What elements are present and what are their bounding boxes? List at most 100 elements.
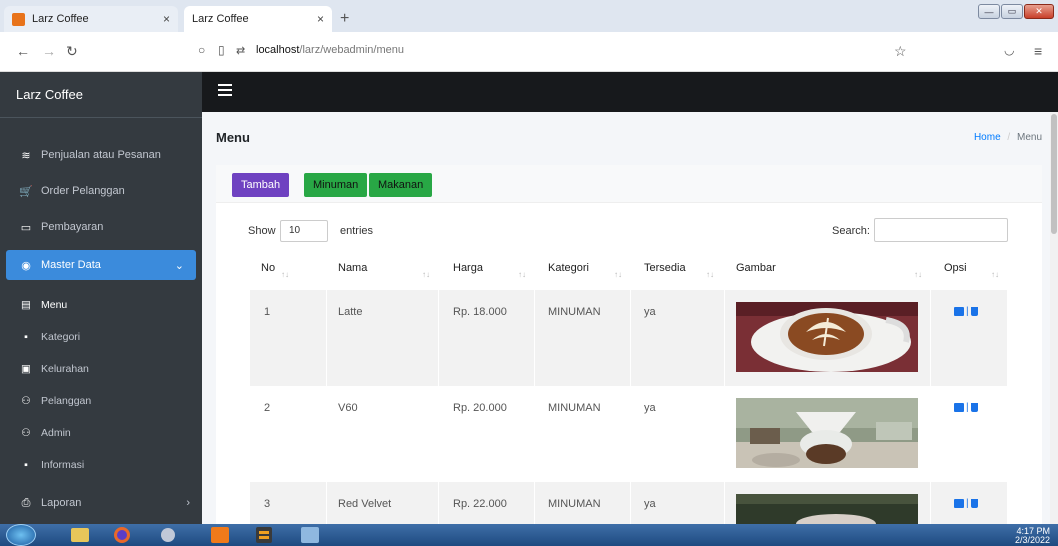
row-actions: | [954, 306, 978, 317]
sort-icon[interactable]: ↑↓ [281, 270, 289, 279]
breadcrumb-current: Menu [1016, 132, 1042, 143]
paint-icon[interactable] [292, 525, 328, 545]
clock-date[interactable]: 2/3/2022 [1015, 536, 1050, 545]
sidebar-item-order[interactable]: 🛒 Order Pelanggan [0, 176, 202, 206]
app-icon[interactable] [150, 525, 186, 545]
trash-icon[interactable] [970, 499, 978, 508]
tambah-button[interactable]: Tambah [232, 173, 290, 197]
column-header-harga[interactable]: Harga [453, 262, 483, 274]
sidebar-item-label: Master Data [41, 259, 101, 271]
breadcrumb-home[interactable]: Home [974, 132, 1001, 143]
sidebar-item-laporan[interactable]: ⎙ Laporan › [0, 490, 202, 516]
cell-nama: Red Velvet [338, 498, 392, 510]
table-row: 3 Red Velvet Rp. 22.000 MINUMAN ya | [250, 482, 1007, 524]
sort-icon[interactable]: ↑↓ [518, 270, 526, 279]
sidebar-item-kelurahan[interactable]: ▣ Kelurahan [0, 358, 202, 380]
sidebar-item-pembayaran[interactable]: ▭ Pembayaran [0, 212, 202, 242]
sublime-icon[interactable] [246, 525, 282, 545]
start-button[interactable] [6, 524, 36, 546]
forward-icon[interactable]: → [42, 43, 56, 59]
column-header-nama[interactable]: Nama [338, 262, 367, 274]
entries-select[interactable]: 10 [280, 220, 328, 242]
monitor-icon: ▭ [20, 221, 32, 234]
sort-icon[interactable]: ↑↓ [614, 270, 622, 279]
xampp-icon[interactable] [202, 525, 238, 545]
search-input[interactable] [874, 218, 1008, 242]
menu-icon[interactable]: ≡ [1034, 43, 1042, 59]
sidebar-item-label: Informasi [41, 459, 85, 471]
table-header: No ↑↓ Nama ↑↓ Harga ↑↓ Kategori ↑↓ Terse… [250, 254, 1007, 290]
minimize-button[interactable]: — [978, 4, 1000, 19]
column-header-no[interactable]: No [261, 262, 275, 274]
column-header-tersedia[interactable]: Tersedia [644, 262, 686, 274]
page-icon[interactable]: ▯ [218, 43, 225, 57]
chevron-right-icon: › [186, 497, 190, 509]
sidebar-item-label: Laporan [41, 497, 82, 509]
back-icon[interactable]: ← [16, 43, 30, 59]
sort-icon[interactable]: ↑↓ [706, 270, 714, 279]
print-icon: ⎙ [21, 496, 31, 509]
users-icon: ⚇ [21, 395, 31, 407]
scrollbar-thumb[interactable] [1051, 114, 1057, 234]
favicon-icon [12, 12, 25, 26]
chevron-down-icon: ⌄ [174, 259, 184, 272]
pocket-icon[interactable]: ◡ [1004, 43, 1014, 57]
sidebar-item-label: Pembayaran [41, 221, 104, 233]
permissions-icon[interactable]: ⇄ [236, 44, 245, 57]
bookmark-star-icon[interactable]: ☆ [894, 43, 907, 60]
browser-tab-1[interactable]: Larz Coffee × [4, 6, 178, 32]
cell-kategori: MINUMAN [548, 498, 601, 510]
row-actions: | [954, 498, 978, 509]
layers-icon: ≋ [21, 149, 31, 162]
sidebar-item-penjualan[interactable]: ≋ Penjualan atau Pesanan [0, 140, 202, 170]
column-header-gambar[interactable]: Gambar [736, 262, 776, 274]
sidebar-item-pelanggan[interactable]: ⚇ Pelanggan [0, 390, 202, 412]
shield-icon[interactable]: ○ [198, 43, 205, 57]
entries-label: entries [340, 225, 374, 237]
column-header-opsi[interactable]: Opsi [944, 262, 967, 274]
brand-logo[interactable]: Larz Coffee [0, 72, 202, 118]
close-window-button[interactable]: ✕ [1024, 4, 1054, 19]
sidebar-item-label: Kategori [41, 331, 81, 343]
tag-icon: ▪ [24, 331, 28, 343]
tab-close-icon[interactable]: × [163, 12, 170, 26]
sidebar-item-label: Kelurahan [41, 363, 89, 375]
minuman-button[interactable]: Minuman [304, 173, 368, 197]
sort-icon[interactable]: ↑↓ [422, 270, 430, 279]
browser-tab-2[interactable]: Larz Coffee × [184, 6, 332, 32]
edit-icon[interactable] [954, 307, 964, 316]
new-tab-button[interactable]: + [340, 10, 349, 28]
address-bar: ← → ↻ ○ ▯ ⇄ localhost/larz/webadmin/menu… [0, 32, 1058, 72]
explorer-icon[interactable] [62, 525, 98, 545]
database-icon: ◉ [21, 259, 31, 272]
firefox-icon[interactable] [104, 525, 140, 545]
cell-no: 1 [264, 306, 271, 318]
edit-icon[interactable] [954, 499, 964, 508]
cell-nama: Latte [338, 306, 363, 318]
trash-icon[interactable] [970, 307, 978, 316]
reload-icon[interactable]: ↻ [66, 43, 78, 60]
hamburger-icon[interactable] [218, 84, 232, 96]
users-icon: ⚇ [21, 427, 31, 439]
cell-tersedia: ya [644, 306, 656, 318]
sidebar-item-kategori[interactable]: ▪ Kategori [0, 326, 202, 348]
cell-no: 2 [264, 402, 271, 414]
sidebar-item-informasi[interactable]: ▪ Informasi [0, 454, 202, 476]
sidebar-item-admin[interactable]: ⚇ Admin [0, 422, 202, 444]
row-actions: | [954, 402, 978, 413]
sort-icon[interactable]: ↑↓ [991, 270, 999, 279]
makanan-button[interactable]: Makanan [369, 173, 433, 197]
trash-icon[interactable] [970, 403, 978, 412]
edit-icon[interactable] [954, 403, 964, 412]
cell-harga: Rp. 22.000 [453, 498, 507, 510]
tab-close-icon[interactable]: × [317, 12, 324, 26]
url-field[interactable]: localhost/larz/webadmin/menu [256, 44, 404, 56]
page-scrollbar[interactable] [1050, 112, 1058, 524]
cell-harga: Rp. 18.000 [453, 306, 507, 318]
sidebar-item-menu[interactable]: ▤ Menu [0, 294, 202, 316]
search-label: Search: [832, 225, 870, 237]
sort-icon[interactable]: ↑↓ [914, 270, 922, 279]
sidebar-item-master-data[interactable]: ◉ Master Data ⌄ [6, 250, 196, 280]
maximize-button[interactable]: ▭ [1001, 4, 1023, 19]
column-header-kategori[interactable]: Kategori [548, 262, 589, 274]
